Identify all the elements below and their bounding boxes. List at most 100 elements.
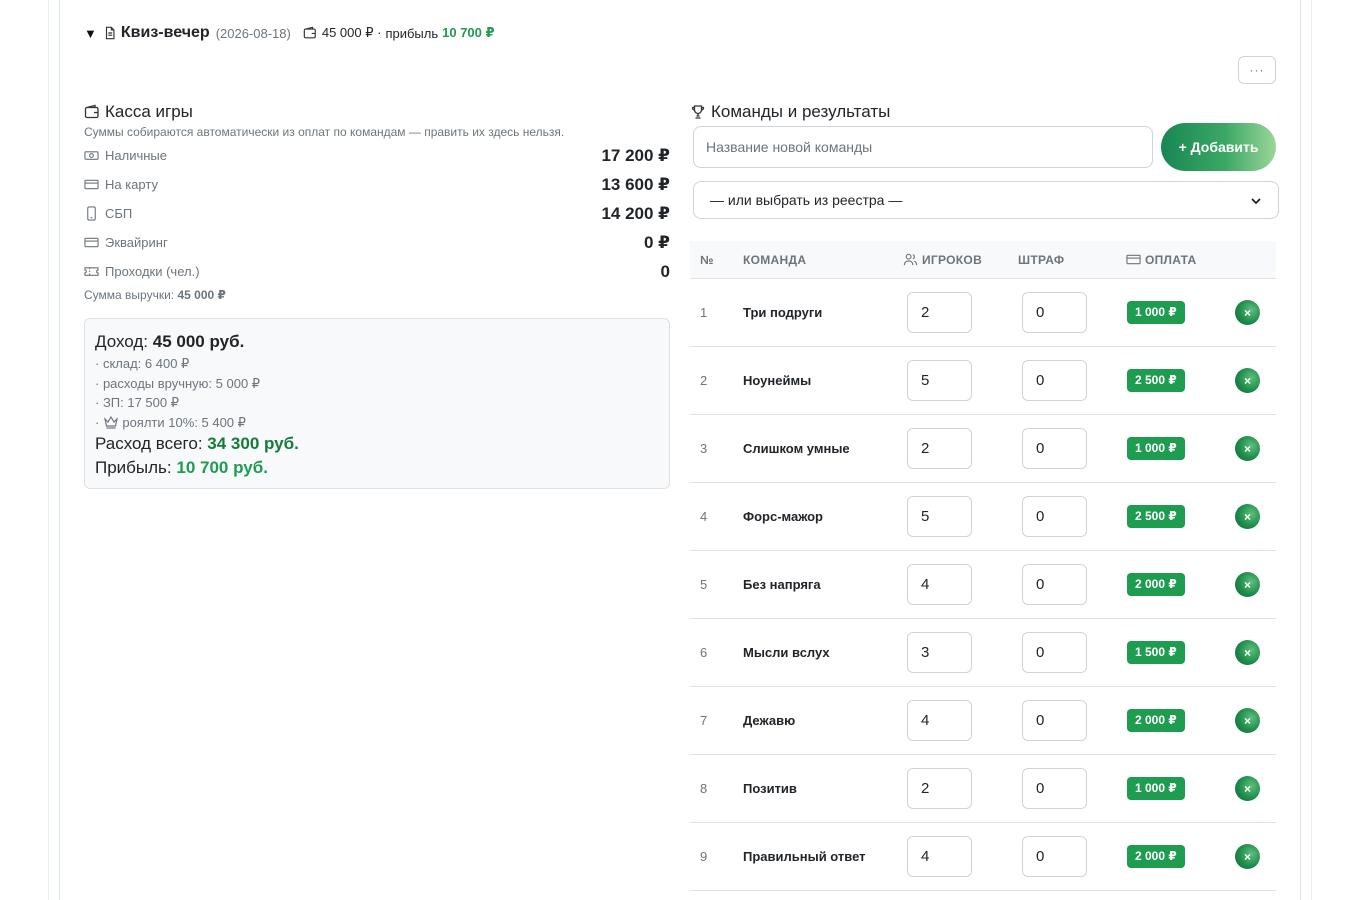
payment-badge[interactable]: 1 000 ₽ (1127, 777, 1185, 800)
table-row: 1 Три подруги 2 0 1 000 ₽ × (690, 279, 1276, 347)
fine-input[interactable]: 0 (1022, 836, 1087, 877)
delete-team-button[interactable]: × (1235, 436, 1260, 461)
cash-row-acquiring: Эквайринг 0 ₽ (84, 228, 670, 257)
cash-row-passes: Проходки (чел.) 0 (84, 257, 670, 286)
players-input[interactable]: 4 (907, 564, 972, 605)
table-row: 3 Слишком умные 2 0 1 000 ₽ × (690, 415, 1276, 483)
fine-cell: 0 (1018, 836, 1126, 877)
registry-select[interactable]: — или выбрать из реестра — (693, 181, 1279, 219)
profit-line: Прибыль: 10 700 руб. (95, 456, 659, 480)
header-pay-label: ОПЛАТА (1145, 252, 1197, 267)
teams-table: № КОМАНДА ИГРОКОВ ШТРАФ ОПЛАТА 1 Три под… (690, 241, 1276, 891)
cash-row-value: 14 200 ₽ (601, 203, 670, 223)
revenue-label: Сумма выручки: (84, 288, 175, 302)
users-icon (903, 252, 918, 267)
delete-team-button[interactable]: × (1235, 640, 1260, 665)
payment-badge[interactable]: 2 000 ₽ (1127, 709, 1185, 732)
delete-team-button[interactable]: × (1235, 504, 1260, 529)
fine-input[interactable]: 0 (1022, 292, 1087, 333)
fine-input[interactable]: 0 (1022, 360, 1087, 401)
fine-cell: 0 (1018, 564, 1126, 605)
trophy-icon (690, 104, 706, 120)
cash-row-value: 0 (660, 261, 670, 281)
team-name: Дежавю (743, 713, 796, 728)
team-name: Ноунеймы (743, 373, 812, 388)
fine-cell: 0 (1018, 632, 1126, 673)
players-input[interactable]: 3 (907, 632, 972, 673)
players-input[interactable]: 2 (907, 292, 972, 333)
players-cell: 2 (903, 292, 1018, 333)
delete-cell: × (1231, 436, 1276, 461)
teams-section: Команды и результаты + Добавить — или вы… (690, 101, 1279, 891)
delete-team-button[interactable]: × (1235, 572, 1260, 597)
fine-input[interactable]: 0 (1022, 632, 1087, 673)
cash-row-label: На карту (105, 177, 158, 192)
more-options-button[interactable]: ··· (1238, 56, 1276, 84)
payment-badge[interactable]: 2 000 ₽ (1127, 845, 1185, 868)
collapse-caret-icon[interactable]: ▼ (84, 27, 97, 40)
table-row: 6 Мысли вслух 3 0 1 500 ₽ × (690, 619, 1276, 687)
players-cell: 4 (903, 836, 1018, 877)
expense-total-line: Расход всего: 34 300 руб. (95, 432, 659, 456)
payment-badge[interactable]: 1 500 ₽ (1127, 641, 1185, 664)
wallet-icon (303, 26, 317, 40)
pay-cell: 1 000 ₽ (1126, 301, 1231, 324)
players-input[interactable]: 2 (907, 768, 972, 809)
delete-team-button[interactable]: × (1235, 844, 1260, 869)
delete-team-button[interactable]: × (1235, 708, 1260, 733)
payment-badge[interactable]: 2 500 ₽ (1127, 369, 1185, 392)
team-name: Правильный ответ (743, 849, 866, 864)
players-input[interactable]: 5 (907, 360, 972, 401)
delete-cell: × (1231, 776, 1276, 801)
players-input[interactable]: 4 (907, 700, 972, 741)
players-input[interactable]: 4 (907, 836, 972, 877)
players-input[interactable]: 5 (907, 496, 972, 537)
delete-team-button[interactable]: × (1235, 776, 1260, 801)
payment-badge[interactable]: 1 000 ₽ (1127, 301, 1185, 324)
fine-cell: 0 (1018, 768, 1126, 809)
delete-team-button[interactable]: × (1235, 368, 1260, 393)
fine-input[interactable]: 0 (1022, 428, 1087, 469)
cash-row-card: На карту 13 600 ₽ (84, 170, 670, 199)
header-fine: ШТРАФ (1018, 252, 1065, 267)
revenue-summary: Сумма выручки: 45 000 ₽ (84, 288, 670, 306)
cash-row-label: Проходки (чел.) (105, 264, 200, 279)
delete-cell: × (1231, 504, 1276, 529)
header-players-label: ИГРОКОВ (922, 252, 983, 267)
cash-row-label: Эквайринг (105, 235, 168, 250)
cash-row-label: СБП (105, 206, 133, 221)
team-name: Без напряга (743, 577, 821, 592)
table-row: 9 Правильный ответ 4 0 2 000 ₽ × (690, 823, 1276, 891)
add-team-button[interactable]: + Добавить (1161, 123, 1276, 171)
cash-icon (84, 148, 99, 163)
cash-note: Суммы собираются автоматически из оплат … (84, 125, 565, 139)
game-summary[interactable]: ▼ Квиз-вечер (2026-08-18) 45 000 ₽ · при… (84, 22, 495, 44)
cash-section: Касса игры Суммы собираются автоматическ… (84, 101, 670, 489)
fine-input[interactable]: 0 (1022, 700, 1087, 741)
delete-cell: × (1231, 640, 1276, 665)
players-cell: 5 (903, 360, 1018, 401)
revenue-value: 45 000 ₽ (177, 288, 226, 302)
players-input[interactable]: 2 (907, 428, 972, 469)
table-row: 7 Дежавю 4 0 2 000 ₽ × (690, 687, 1276, 755)
players-cell: 4 (903, 700, 1018, 741)
card-icon (84, 235, 99, 250)
team-number: 4 (700, 509, 708, 524)
new-team-name-input[interactable] (693, 126, 1153, 168)
team-number: 6 (700, 645, 708, 660)
team-name: Три подруги (743, 305, 823, 320)
team-name: Слишком умные (743, 441, 850, 456)
fine-input[interactable]: 0 (1022, 768, 1087, 809)
expense-salary: · ЗП: 17 500 ₽ (95, 395, 180, 410)
fine-input[interactable]: 0 (1022, 564, 1087, 605)
delete-team-button[interactable]: × (1235, 300, 1260, 325)
fine-cell: 0 (1018, 700, 1126, 741)
crown-icon (103, 414, 119, 430)
payment-badge[interactable]: 1 000 ₽ (1127, 437, 1185, 460)
payment-badge[interactable]: 2 500 ₽ (1127, 505, 1185, 528)
team-number: 8 (700, 781, 708, 796)
payment-badge[interactable]: 2 000 ₽ (1127, 573, 1185, 596)
delete-cell: × (1231, 572, 1276, 597)
teams-title-row: Команды и результаты (690, 101, 1276, 123)
fine-input[interactable]: 0 (1022, 496, 1087, 537)
